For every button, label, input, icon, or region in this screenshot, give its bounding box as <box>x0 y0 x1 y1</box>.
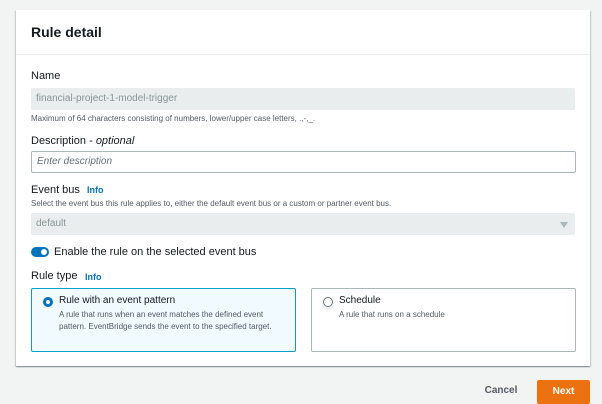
event-bus-hint: Select the event bus this rule applies t… <box>31 199 392 208</box>
rule-type-option-event-pattern[interactable]: Rule with an event pattern A rule that r… <box>31 288 296 352</box>
chevron-down-icon <box>560 222 568 228</box>
name-label: Name <box>31 70 61 82</box>
description-input[interactable]: Enter description <box>31 151 576 173</box>
event-bus-label: Event bus <box>31 184 80 196</box>
schedule-description: A rule that runs on a schedule <box>339 310 445 319</box>
optional-tag: optional <box>95 135 135 147</box>
description-placeholder: Enter description <box>37 156 113 167</box>
radio-event-pattern[interactable] <box>43 297 53 307</box>
panel-header: Rule detail <box>16 10 590 55</box>
schedule-title: Schedule <box>339 295 381 306</box>
description-label: Description - optional <box>31 135 135 147</box>
enable-rule-toggle[interactable] <box>31 247 49 257</box>
rule-type-label: Rule type <box>31 270 78 282</box>
rule-type-info-link[interactable]: Info <box>85 272 102 282</box>
name-input: financial-project-1-model-trigger <box>31 88 575 110</box>
rule-type-option-schedule[interactable]: Schedule A rule that runs on a schedule <box>311 288 576 352</box>
event-pattern-title: Rule with an event pattern <box>59 295 176 306</box>
cancel-button[interactable]: Cancel <box>478 381 524 401</box>
next-button[interactable]: Next <box>537 380 590 404</box>
enable-rule-label: Enable the rule on the selected event bu… <box>54 246 257 258</box>
event-pattern-description: A rule that runs when an event matches t… <box>59 310 272 331</box>
event-bus-selected-value: default <box>36 218 67 229</box>
radio-schedule[interactable] <box>323 297 333 307</box>
event-bus-info-link[interactable]: Info <box>87 185 104 195</box>
toggle-knob <box>41 249 47 255</box>
rule-detail-panel: Rule detail Name financial-project-1-mod… <box>16 10 590 366</box>
name-hint: Maximum of 64 characters consisting of n… <box>31 114 316 123</box>
panel-title: Rule detail <box>31 24 102 40</box>
event-bus-select: default <box>31 213 575 235</box>
